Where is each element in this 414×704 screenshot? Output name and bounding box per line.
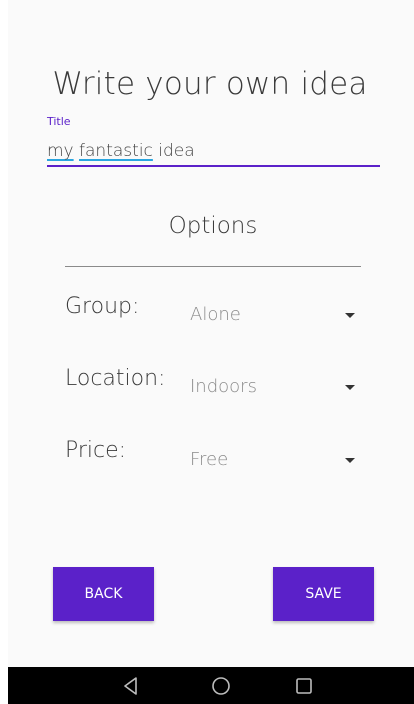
nav-home-button[interactable]: [201, 667, 241, 704]
chevron-down-icon: [345, 385, 355, 390]
chevron-down-icon: [345, 313, 355, 318]
title-word-1: my: [47, 141, 74, 161]
location-dropdown[interactable]: Indoors: [190, 374, 356, 402]
save-button[interactable]: SAVE: [273, 567, 374, 621]
title-input[interactable]: my fantastic idea: [47, 141, 195, 161]
title-field-label: Title: [47, 115, 71, 128]
nav-back-button[interactable]: [111, 667, 151, 704]
group-dropdown[interactable]: Alone: [190, 302, 356, 330]
system-navigation-bar: [8, 667, 414, 704]
group-value: Alone: [190, 304, 241, 325]
price-value: Free: [190, 449, 229, 470]
home-icon: [212, 676, 230, 695]
back-button[interactable]: BACK: [53, 567, 154, 621]
chevron-down-icon: [345, 458, 355, 463]
back-icon: [124, 676, 137, 695]
page-title: Write your own idea: [52, 66, 368, 102]
recents-icon: [296, 677, 312, 694]
nav-recents-button[interactable]: [284, 667, 324, 704]
location-label: Location:: [65, 366, 166, 391]
location-value: Indoors: [190, 376, 257, 397]
title-word-2: fantastic: [79, 141, 153, 161]
price-label: Price:: [65, 438, 127, 463]
options-divider: [65, 266, 361, 267]
title-input-underline: [47, 165, 380, 167]
options-heading: Options: [168, 213, 258, 239]
title-word-3: idea: [158, 141, 195, 161]
price-dropdown[interactable]: Free: [190, 447, 356, 475]
group-label: Group:: [65, 294, 140, 319]
